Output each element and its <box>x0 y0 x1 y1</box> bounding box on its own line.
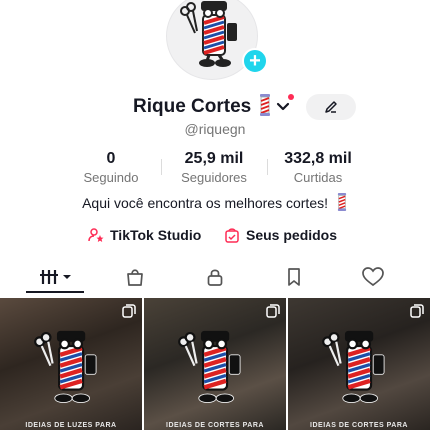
pencil-icon <box>325 101 337 113</box>
multi-image-icon <box>410 304 424 318</box>
barber-pole-icon <box>258 94 272 121</box>
profile-handle: @riquegn <box>184 121 246 137</box>
heart-icon <box>362 267 384 287</box>
stat-following[interactable]: 0 Seguindo <box>61 150 161 185</box>
stat-followers[interactable]: 25,9 mil Seguidores <box>164 150 264 185</box>
stat-value: 0 <box>106 150 116 167</box>
bookmark-icon <box>288 268 300 286</box>
profile-name: Rique Cortes <box>133 96 252 117</box>
thumbnail-caption: IDEIAS DE CORTES PARA <box>310 422 408 429</box>
grid-dropdown-icon <box>40 270 71 284</box>
active-tab-indicator <box>26 291 84 293</box>
multi-image-icon <box>122 304 136 318</box>
link-label: Seus pedidos <box>246 227 338 243</box>
video-thumbnail[interactable]: IDEIAS DE LUZES PARA <box>0 298 142 430</box>
shopping-bag-check-icon <box>225 228 239 243</box>
stat-value: 25,9 mil <box>184 150 244 167</box>
tiktok-studio-link[interactable]: TikTok Studio <box>88 227 201 243</box>
stat-label: Seguindo <box>83 170 139 185</box>
multi-image-icon <box>266 304 280 318</box>
lock-icon <box>207 269 223 286</box>
orders-link[interactable]: Seus pedidos <box>224 227 337 243</box>
tab-saved[interactable] <box>274 262 314 292</box>
tab-liked[interactable] <box>353 262 393 292</box>
thumbnail-caption: IDEIAS DE CORTES PARA <box>166 422 264 429</box>
profile-bio: Aqui você encontra os melhores cortes! <box>0 193 430 214</box>
edit-profile-button[interactable] <box>306 94 356 120</box>
barber-pole-icon <box>336 193 348 214</box>
profile-name-row: Rique Cortes <box>0 94 430 120</box>
barber-mascot-image <box>34 330 97 404</box>
video-thumbnail[interactable]: IDEIAS DE CORTES PARA <box>144 298 286 430</box>
tab-shop[interactable] <box>115 262 155 292</box>
barber-mascot-image <box>322 330 385 404</box>
account-switch-chevron-icon[interactable] <box>276 97 290 122</box>
stat-likes[interactable]: 332,8 mil Curtidas <box>268 150 368 185</box>
stat-label: Seguidores <box>181 170 247 185</box>
stat-label: Curtidas <box>293 170 343 185</box>
profile-avatar-container[interactable]: + <box>166 0 268 80</box>
stat-value: 332,8 mil <box>284 150 352 167</box>
tab-private[interactable] <box>195 262 235 292</box>
stat-divider <box>161 159 162 175</box>
profile-shortcuts: TikTok Studio Seus pedidos <box>0 227 430 247</box>
tab-videos[interactable] <box>36 262 76 292</box>
barber-mascot-image <box>178 330 241 404</box>
profile-stats: 0 Seguindo 25,9 mil Seguidores 332,8 mil… <box>0 150 430 186</box>
profile-tabs <box>0 262 430 294</box>
thumbnail-caption: IDEIAS DE LUZES PARA <box>25 422 117 429</box>
bio-text: Aqui você encontra os melhores cortes! <box>82 195 328 211</box>
video-grid: IDEIAS DE LUZES PARA IDEIAS DE CORTES PA… <box>0 298 430 430</box>
add-story-button[interactable]: + <box>242 48 268 74</box>
link-label: TikTok Studio <box>110 227 202 243</box>
video-thumbnail[interactable]: IDEIAS DE CORTES PARA <box>288 298 430 430</box>
notification-dot <box>288 94 294 100</box>
shopping-bag-icon <box>127 269 143 286</box>
user-star-icon <box>88 228 104 242</box>
